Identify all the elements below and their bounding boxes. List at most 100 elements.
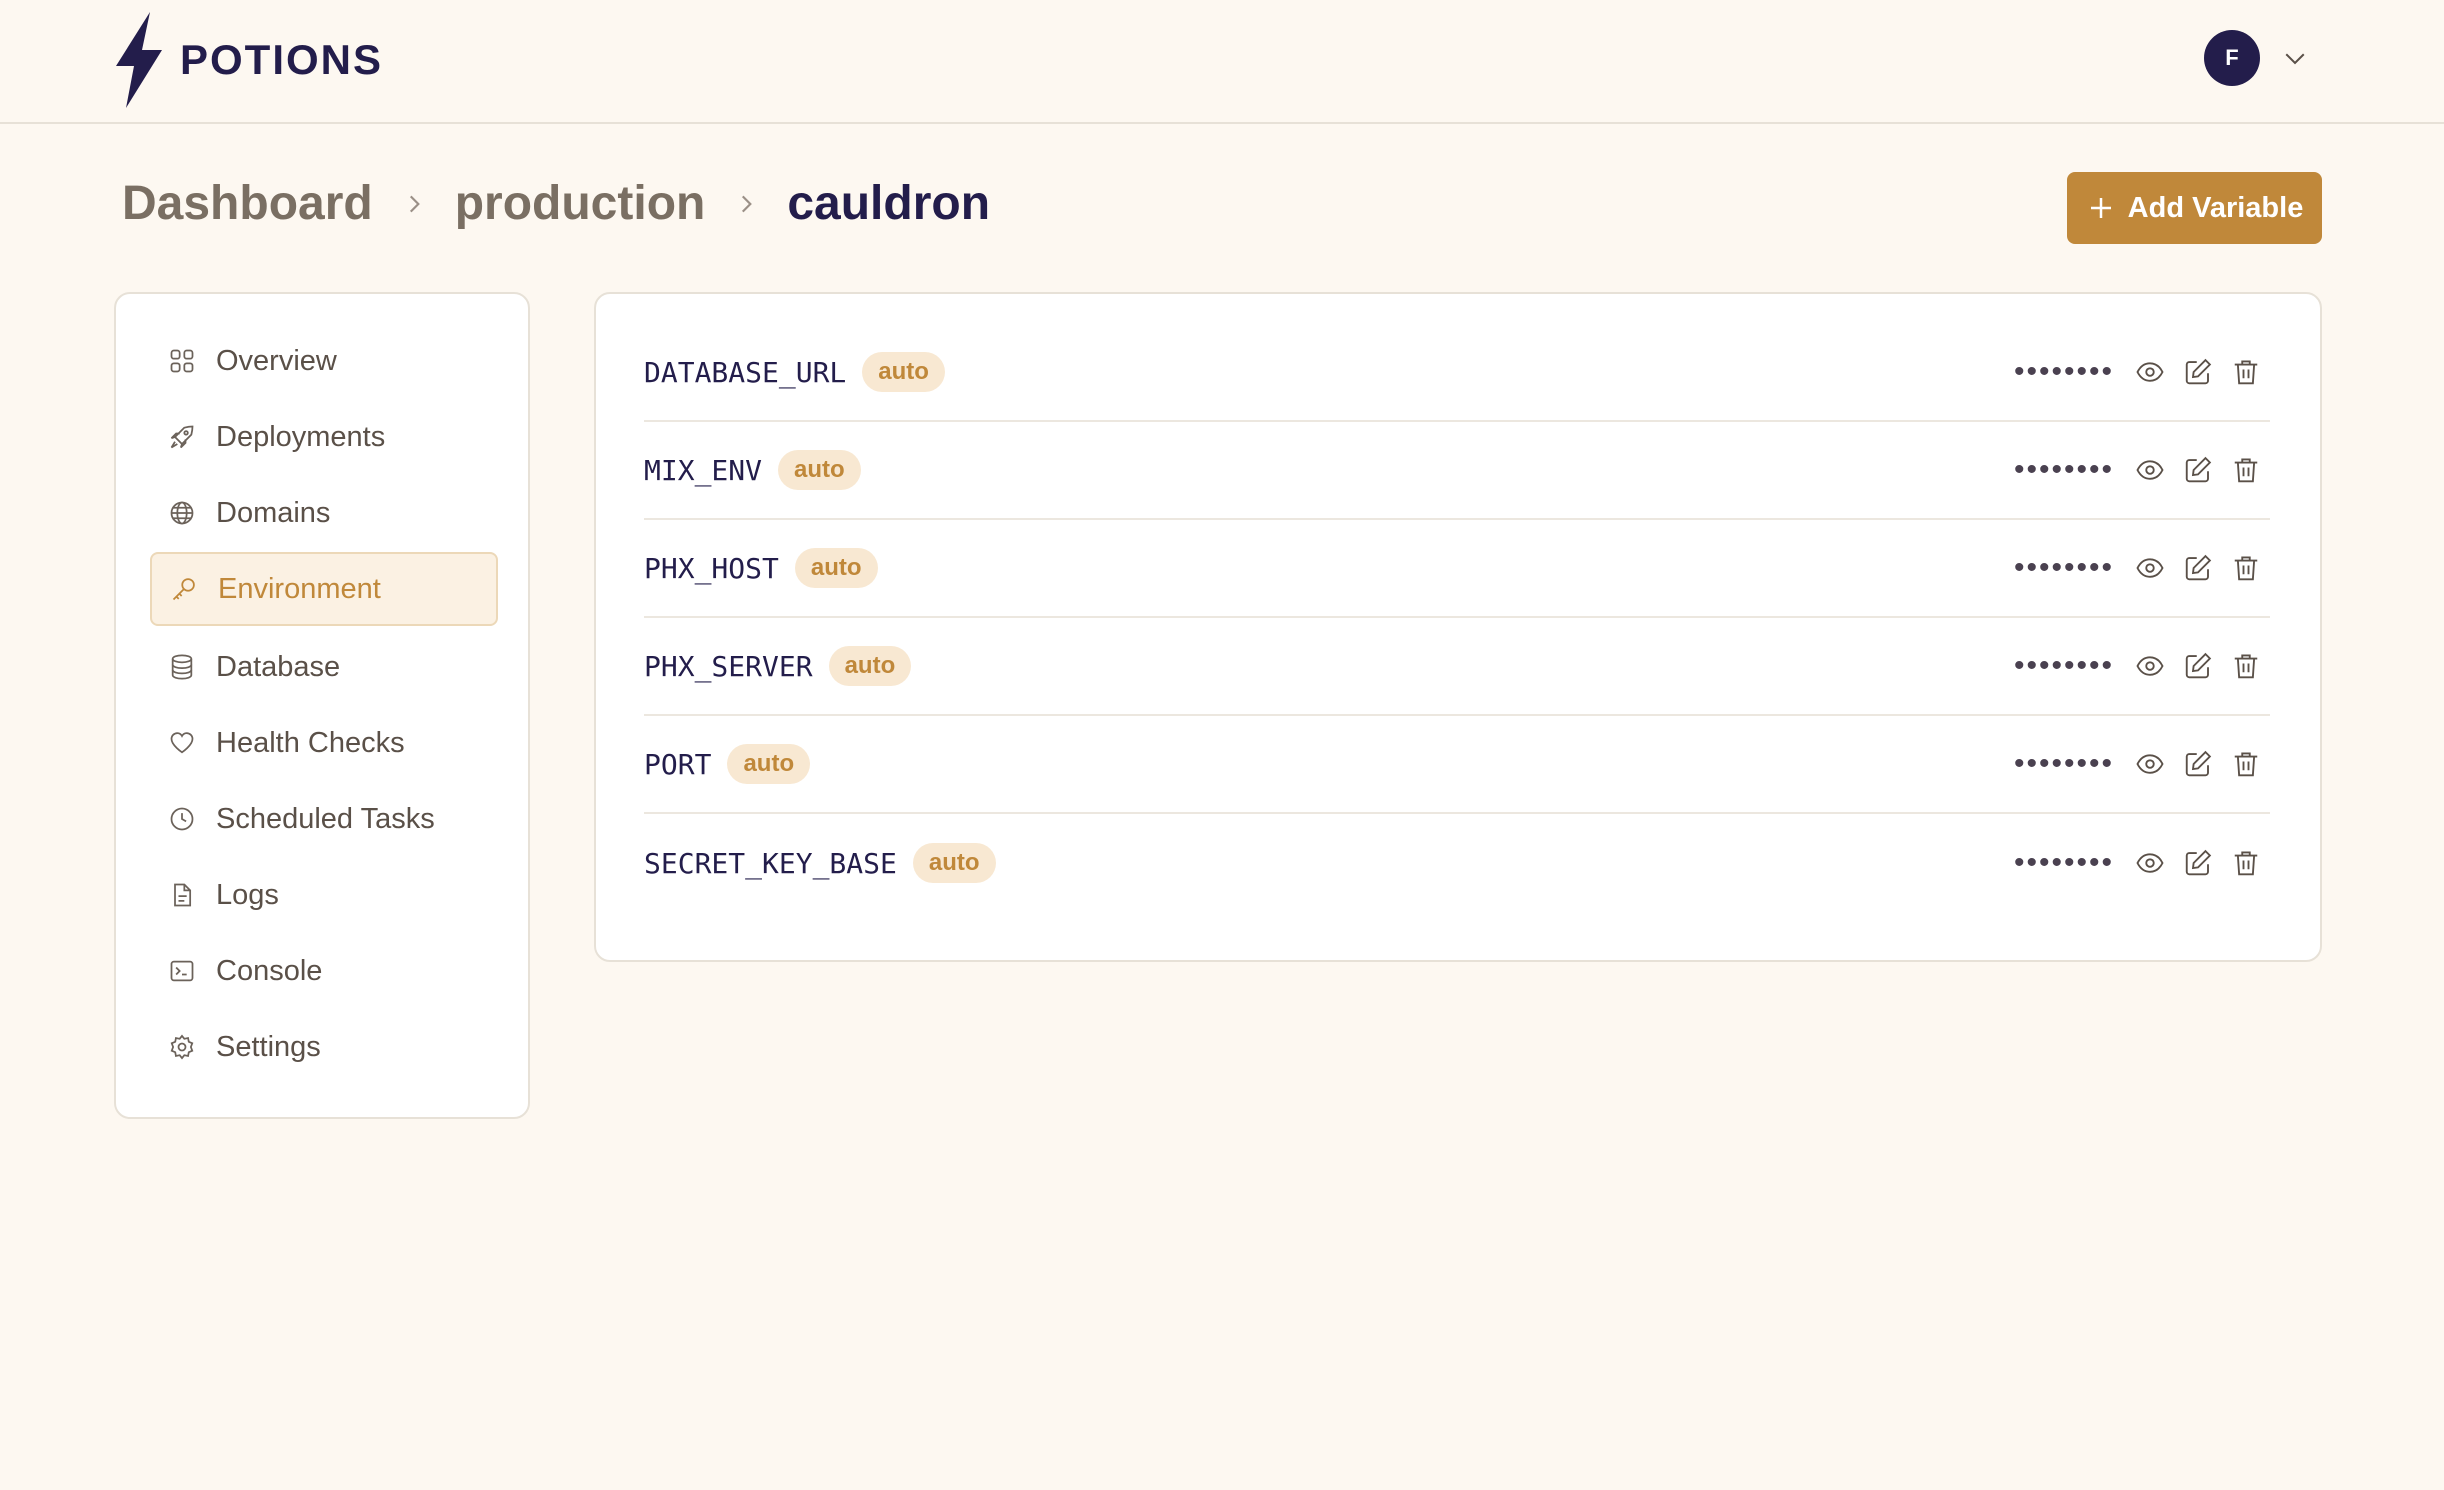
breadcrumb-dashboard[interactable]: Dashboard xyxy=(122,176,373,231)
plus-icon xyxy=(2090,198,2111,218)
sidebar-item-label: Domains xyxy=(216,496,331,529)
variable-row: SECRET_KEY_BASE auto •••••••• xyxy=(644,814,2270,912)
sidebar-item-overview[interactable]: Overview xyxy=(150,324,498,398)
masked-value: •••••••• xyxy=(2013,846,2114,879)
reveal-button[interactable] xyxy=(2126,348,2174,396)
pencil-square-icon xyxy=(2185,554,2212,581)
pencil-square-icon xyxy=(2185,750,2212,777)
trash-icon xyxy=(2234,654,2258,679)
pencil-square-icon xyxy=(2185,456,2212,483)
variable-name: SECRET_KEY_BASE xyxy=(644,846,897,880)
sidebar-item-domains[interactable]: Domains xyxy=(150,476,498,550)
chevron-down-icon[interactable] xyxy=(2280,43,2310,73)
pencil-square-icon xyxy=(2185,358,2212,385)
masked-value: •••••••• xyxy=(2013,453,2114,486)
sidebar: Overview Deployments Domains Environment… xyxy=(114,292,530,1119)
add-variable-label: Add Variable xyxy=(2127,191,2304,224)
sidebar-item-health-checks[interactable]: Health Checks xyxy=(150,706,498,780)
globe-icon xyxy=(170,501,194,525)
pencil-square-icon xyxy=(2185,849,2212,876)
lightning-bolt-icon xyxy=(116,12,162,108)
eye-icon xyxy=(2136,362,2164,382)
terminal-icon xyxy=(170,960,194,982)
sidebar-item-settings[interactable]: Settings xyxy=(150,1010,498,1084)
variable-name: PHX_SERVER xyxy=(644,649,813,683)
sidebar-item-label: Database xyxy=(216,650,341,683)
sidebar-item-logs[interactable]: Logs xyxy=(150,858,498,932)
eye-icon xyxy=(2136,460,2164,480)
variable-row: PHX_SERVER auto •••••••• xyxy=(644,618,2270,716)
eye-icon xyxy=(2136,853,2164,873)
sidebar-item-environment[interactable]: Environment xyxy=(150,552,498,626)
variable-row: DATABASE_URL auto •••••••• xyxy=(644,324,2270,422)
reveal-button[interactable] xyxy=(2126,544,2174,592)
breadcrumb-cauldron: cauldron xyxy=(787,177,991,230)
auto-badge: auto xyxy=(778,450,861,490)
masked-value: •••••••• xyxy=(2013,747,2114,780)
auto-badge: auto xyxy=(862,352,945,392)
eye-icon xyxy=(2136,656,2164,676)
variable-name: PORT xyxy=(644,747,712,781)
gear-icon xyxy=(170,1034,194,1060)
rocket-icon xyxy=(170,425,194,449)
variable-name: MIX_ENV xyxy=(644,453,763,487)
breadcrumb: Dashboard production cauldron xyxy=(122,176,990,231)
delete-button[interactable] xyxy=(2222,544,2270,592)
edit-button[interactable] xyxy=(2174,740,2222,788)
masked-value: •••••••• xyxy=(2013,649,2114,682)
breadcrumb-production[interactable]: production xyxy=(455,176,706,231)
user-menu[interactable]: F xyxy=(2204,30,2310,86)
grid-icon xyxy=(170,349,194,373)
trash-icon xyxy=(2234,851,2258,876)
avatar[interactable]: F xyxy=(2204,30,2260,86)
edit-button[interactable] xyxy=(2174,446,2222,494)
sidebar-item-label: Overview xyxy=(216,344,337,377)
sidebar-item-deployments[interactable]: Deployments xyxy=(150,400,498,474)
database-icon xyxy=(171,654,193,680)
sidebar-item-label: Deployments xyxy=(216,420,386,453)
chevron-right-icon xyxy=(409,195,420,212)
heart-icon xyxy=(170,732,194,754)
delete-button[interactable] xyxy=(2222,839,2270,887)
edit-button[interactable] xyxy=(2174,642,2222,690)
pencil-square-icon xyxy=(2185,652,2212,679)
reveal-button[interactable] xyxy=(2126,642,2174,690)
clock-icon xyxy=(170,807,194,831)
trash-icon xyxy=(2234,752,2258,777)
reveal-button[interactable] xyxy=(2126,446,2174,494)
add-variable-button[interactable]: Add Variable xyxy=(2067,172,2322,244)
sidebar-item-label: Settings xyxy=(216,1030,321,1063)
trash-icon xyxy=(2234,556,2258,581)
auto-badge: auto xyxy=(794,548,878,588)
delete-button[interactable] xyxy=(2222,348,2270,396)
auto-badge: auto xyxy=(727,744,811,784)
sidebar-item-scheduled-tasks[interactable]: Scheduled Tasks xyxy=(150,782,498,856)
reveal-button[interactable] xyxy=(2126,839,2174,887)
eye-icon xyxy=(2136,558,2164,578)
variable-row: PORT auto •••••••• xyxy=(644,716,2270,814)
reveal-button[interactable] xyxy=(2126,740,2174,788)
delete-button[interactable] xyxy=(2222,446,2270,494)
delete-button[interactable] xyxy=(2222,642,2270,690)
key-icon xyxy=(172,578,195,601)
auto-badge: auto xyxy=(912,843,996,883)
sidebar-item-console[interactable]: Console xyxy=(150,934,498,1008)
eye-icon xyxy=(2136,754,2164,774)
auto-badge: auto xyxy=(828,646,912,686)
logo[interactable]: POTIONS xyxy=(112,12,383,108)
variable-name: PHX_HOST xyxy=(644,551,779,585)
top-bar: POTIONS F xyxy=(0,0,2444,124)
sidebar-item-database[interactable]: Database xyxy=(150,630,498,704)
edit-button[interactable] xyxy=(2174,348,2222,396)
brand-name: POTIONS xyxy=(180,36,384,83)
edit-button[interactable] xyxy=(2174,839,2222,887)
document-icon xyxy=(174,883,192,907)
sidebar-item-label: Environment xyxy=(218,572,381,605)
variable-name: DATABASE_URL xyxy=(644,355,847,389)
delete-button[interactable] xyxy=(2222,740,2270,788)
sidebar-item-label: Health Checks xyxy=(216,726,405,759)
sidebar-item-label: Logs xyxy=(216,878,279,911)
sidebar-item-label: Console xyxy=(216,954,323,987)
edit-button[interactable] xyxy=(2174,544,2222,592)
masked-value: •••••••• xyxy=(2013,551,2114,584)
